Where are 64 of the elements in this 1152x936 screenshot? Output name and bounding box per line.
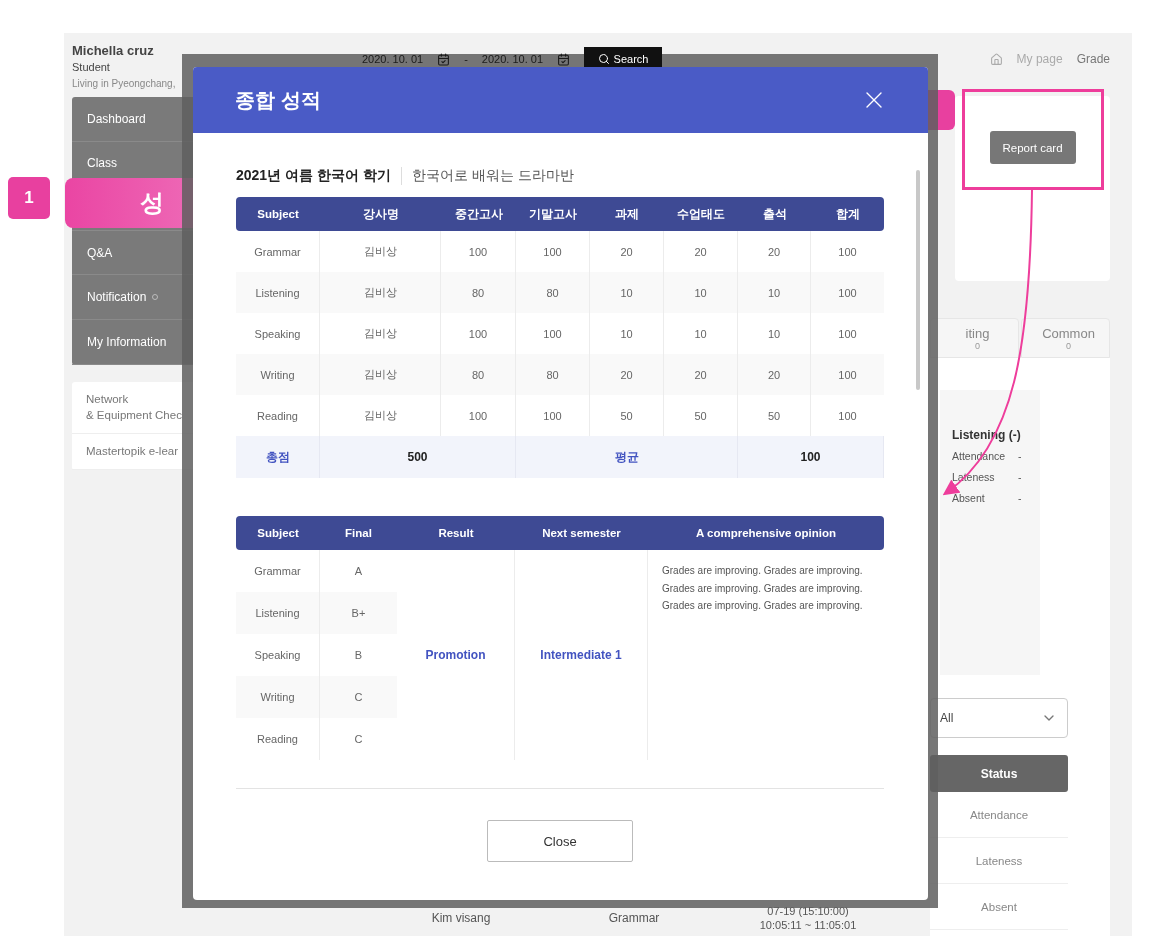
column-header: Result <box>397 516 515 550</box>
calendar-icon[interactable] <box>437 52 451 66</box>
summary-value: - <box>1018 492 1023 506</box>
user-name: Michella cruz <box>72 43 155 58</box>
column-header: 기말고사 <box>516 197 590 231</box>
subject-cell-text: Grammar <box>607 911 661 925</box>
column-header: 수업태도 <box>664 197 738 231</box>
course-name: 한국어로 배워는 드라마반 <box>400 166 574 185</box>
scrollbar[interactable] <box>916 170 920 390</box>
opinion-text: Grades are improving. Grades are improving. Grades are improving. Grades are improving. Grades are improving. Grades are improving. <box>661 564 864 613</box>
table-cell: 10 <box>664 272 738 313</box>
table-cell: 김비상 <box>320 272 441 313</box>
user-location: Living in Pyeongchang, <box>72 78 177 89</box>
search-icon <box>597 53 610 65</box>
result-cell: Promotion <box>397 550 515 760</box>
calendar-icon[interactable] <box>557 52 570 66</box>
date-separator: - <box>464 53 468 65</box>
breadcrumb-link[interactable]: Grade <box>1076 52 1110 66</box>
summary-value: - <box>1018 450 1023 464</box>
date-from[interactable]: 2020. 10. 01 <box>362 53 424 65</box>
table-cell: B+ <box>320 592 397 634</box>
average-label: 평균 <box>516 436 738 478</box>
user-role: Student <box>72 61 111 73</box>
total-label: 총점 <box>236 436 320 478</box>
average-value: 100 <box>738 436 884 478</box>
column-header: 강사명 <box>320 197 441 231</box>
table-cell: Writing <box>236 676 320 718</box>
close-button[interactable]: Close <box>487 820 633 862</box>
column-header: 출석 <box>738 197 811 231</box>
next-semester-cell: Intermediate 1 <box>515 550 648 760</box>
column-header: Subject <box>236 516 320 550</box>
dialog-title: 종합 성적 <box>235 87 321 113</box>
table-cell: 20 <box>590 354 664 395</box>
column-header: Final <box>320 516 397 550</box>
table-cell: 100 <box>811 354 884 395</box>
date-to[interactable]: 2020. 10. 01 <box>481 53 543 65</box>
table-cell: 80 <box>441 272 516 313</box>
student-cell-text: Kim visang <box>430 911 492 925</box>
summary-label: Absent <box>952 492 986 506</box>
table-cell: 80 <box>516 354 590 395</box>
table-cell: 100 <box>811 272 884 313</box>
column-header: Subject <box>236 197 320 231</box>
table-cell: 10 <box>590 272 664 313</box>
summary-value: - <box>1018 471 1023 485</box>
table-cell: 10 <box>738 272 811 313</box>
table-cell: Listening <box>236 592 320 634</box>
column-header: 합계 <box>811 197 884 231</box>
column-header: 과제 <box>590 197 664 231</box>
table-cell: Writing <box>236 354 320 395</box>
table-cell: 20 <box>664 354 738 395</box>
column-header: A comprehensive opinion <box>648 516 884 550</box>
time-cell-text: 07-19 (15:10:00) 10:05:11 ~ 11:05:01 <box>758 903 858 933</box>
table-cell: 80 <box>516 272 590 313</box>
table-cell: Listening <box>236 272 320 313</box>
total-value: 500 <box>320 436 516 478</box>
annotation-badge: 1 <box>8 177 50 219</box>
table-cell: 80 <box>441 354 516 395</box>
table-cell: 김비상 <box>320 354 441 395</box>
column-header: Next semester <box>515 516 648 550</box>
column-header: 중간고사 <box>441 197 516 231</box>
table-cell: C <box>320 676 397 718</box>
tab[interactable]: Common 0 <box>1021 318 1110 358</box>
table-cell: 20 <box>738 354 811 395</box>
report-card-button[interactable]: Report card <box>989 131 1076 164</box>
